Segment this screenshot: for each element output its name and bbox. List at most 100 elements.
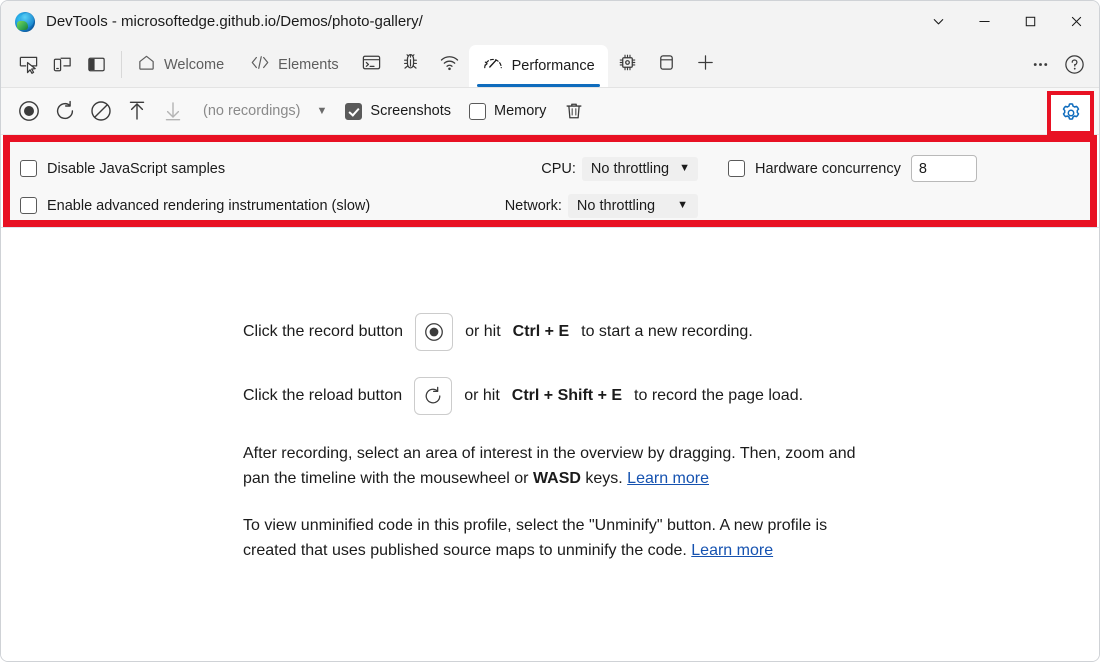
tab-network[interactable] <box>430 42 469 87</box>
chevron-down-icon[interactable]: ▼ <box>317 105 328 117</box>
reload-hint-before: Click the reload button <box>243 387 403 404</box>
cpu-throttling-value: No throttling <box>590 160 670 177</box>
reload-hint-mid: or hit <box>464 387 500 404</box>
tab-sources[interactable] <box>391 42 430 87</box>
overview-paragraph: After recording, select an area of inter… <box>243 441 857 491</box>
upload-profile-icon[interactable] <box>119 93 155 129</box>
reload-hint-line: Click the reload button or hit Ctrl + Sh… <box>243 377 857 415</box>
record-hint-before: Click the record button <box>243 323 404 340</box>
cpu-throttling-row: CPU: No throttling ▼ <box>450 150 720 187</box>
download-profile-icon[interactable] <box>155 93 191 129</box>
window-maximize-button[interactable] <box>1007 1 1053 42</box>
devtools-window: DevTools - microsoftedge.github.io/Demos… <box>0 0 1100 662</box>
unminify-paragraph: To view unminified code in this profile,… <box>243 513 857 563</box>
tab-memory[interactable] <box>608 42 647 87</box>
application-icon <box>656 52 677 77</box>
title-bar-left: DevTools - microsoftedge.github.io/Demos… <box>1 11 915 32</box>
hardware-concurrency-column: Hardware concurrency 8 <box>720 150 1090 187</box>
code-icon <box>250 53 270 76</box>
more-options-icon[interactable] <box>1023 48 1057 82</box>
network-throttling-label: Network: <box>504 197 562 214</box>
devtools-tabs: Welcome Elements Performance <box>124 42 1010 87</box>
advanced-rendering-checkbox[interactable]: Enable advanced rendering instrumentatio… <box>20 187 450 224</box>
plus-icon <box>695 52 716 77</box>
edge-logo-icon <box>15 11 35 32</box>
chevron-down-icon: ▼ <box>679 162 690 174</box>
bug-icon <box>400 52 421 77</box>
reload-hint-after: to record the page load. <box>634 387 804 404</box>
capture-settings-panel: Disable JavaScript samples Enable advanc… <box>3 135 1097 227</box>
home-icon <box>137 53 156 76</box>
capture-settings-left-column: Disable JavaScript samples Enable advanc… <box>10 150 450 224</box>
record-hint-button[interactable] <box>415 313 454 351</box>
tab-more-tools-add[interactable] <box>686 42 725 87</box>
overview-learn-more-link[interactable]: Learn more <box>627 470 709 487</box>
screenshots-checkbox-box <box>345 102 363 120</box>
inspect-tools-group <box>1 42 119 87</box>
disable-js-samples-checkbox[interactable]: Disable JavaScript samples <box>20 150 450 187</box>
screenshots-label: Screenshots <box>370 103 452 119</box>
network-throttling-row: Network: No throttling ▼ <box>450 187 720 224</box>
trash-icon[interactable] <box>556 93 592 129</box>
advanced-rendering-label: Enable advanced rendering instrumentatio… <box>47 197 371 214</box>
reload-hint-button[interactable] <box>414 377 453 415</box>
tab-elements[interactable]: Elements <box>237 42 351 87</box>
recordings-selector-label[interactable]: (no recordings) <box>203 103 301 119</box>
tab-elements-label: Elements <box>278 56 339 73</box>
memory-chip-icon <box>617 52 638 77</box>
dock-side-icon[interactable] <box>79 48 113 82</box>
tab-performance-label: Performance <box>511 58 595 74</box>
reload-hint-shortcut: Ctrl + Shift + E <box>511 387 623 404</box>
hardware-concurrency-checkbox[interactable] <box>728 160 745 177</box>
performance-hints: Click the record button or hit Ctrl + E … <box>243 313 857 563</box>
tabstrip-divider <box>121 51 122 78</box>
memory-checkbox-box <box>469 102 487 120</box>
record-icon[interactable] <box>11 93 47 129</box>
reload-record-icon[interactable] <box>47 93 83 129</box>
record-hint-after: to start a new recording. <box>581 323 753 340</box>
advanced-rendering-box <box>20 197 37 214</box>
performance-landing-page: Click the record button or hit Ctrl + E … <box>1 227 1099 661</box>
overview-paragraph-text-b: keys. <box>580 470 628 487</box>
throttling-column: CPU: No throttling ▼ Network: No throttl… <box>450 150 720 224</box>
tab-application[interactable] <box>647 42 686 87</box>
hardware-concurrency-label: Hardware concurrency <box>755 160 901 177</box>
disable-js-samples-box <box>20 160 37 177</box>
inspect-element-icon[interactable] <box>11 48 45 82</box>
devtools-tabstrip: Welcome Elements Performance <box>1 42 1099 88</box>
performance-recording-toolbar: (no recordings) ▼ Screenshots Memory <box>1 88 1099 135</box>
tab-console[interactable] <box>352 42 391 87</box>
unminify-learn-more-link[interactable]: Learn more <box>691 542 773 559</box>
device-emulation-icon[interactable] <box>45 48 79 82</box>
window-title: DevTools - microsoftedge.github.io/Demos… <box>46 13 423 30</box>
window-minimize-button[interactable] <box>961 1 1007 42</box>
tabstrip-right-group <box>1010 42 1099 87</box>
memory-checkbox[interactable]: Memory <box>469 102 547 120</box>
disable-js-samples-label: Disable JavaScript samples <box>47 160 226 177</box>
hardware-concurrency-row: Hardware concurrency 8 <box>728 150 1090 187</box>
window-more-button[interactable] <box>915 1 961 42</box>
memory-label: Memory <box>494 103 547 119</box>
chevron-down-icon: ▼ <box>677 199 688 211</box>
window-close-button[interactable] <box>1053 1 1099 42</box>
console-icon <box>361 52 382 77</box>
record-hint-mid: or hit <box>465 323 501 340</box>
record-hint-line: Click the record button or hit Ctrl + E … <box>243 313 857 351</box>
cpu-throttling-select[interactable]: No throttling ▼ <box>581 156 698 181</box>
performance-icon <box>482 54 504 78</box>
clear-icon[interactable] <box>83 93 119 129</box>
help-icon[interactable] <box>1057 48 1091 82</box>
capture-settings-gear-icon[interactable] <box>1047 91 1094 135</box>
network-throttling-value: No throttling <box>576 197 656 214</box>
tab-performance[interactable]: Performance <box>468 45 608 87</box>
hardware-concurrency-input[interactable]: 8 <box>910 155 977 182</box>
cpu-throttling-label: CPU: <box>541 160 576 177</box>
title-bar: DevTools - microsoftedge.github.io/Demos… <box>1 1 1099 42</box>
window-controls <box>915 1 1099 42</box>
tab-welcome-label: Welcome <box>164 56 225 73</box>
capture-settings-inner: Disable JavaScript samples Enable advanc… <box>10 142 1090 220</box>
tab-welcome[interactable]: Welcome <box>124 42 237 87</box>
network-throttling-select[interactable]: No throttling ▼ <box>567 193 698 218</box>
overview-paragraph-bold: WASD <box>532 470 581 487</box>
screenshots-checkbox[interactable]: Screenshots <box>345 102 452 120</box>
